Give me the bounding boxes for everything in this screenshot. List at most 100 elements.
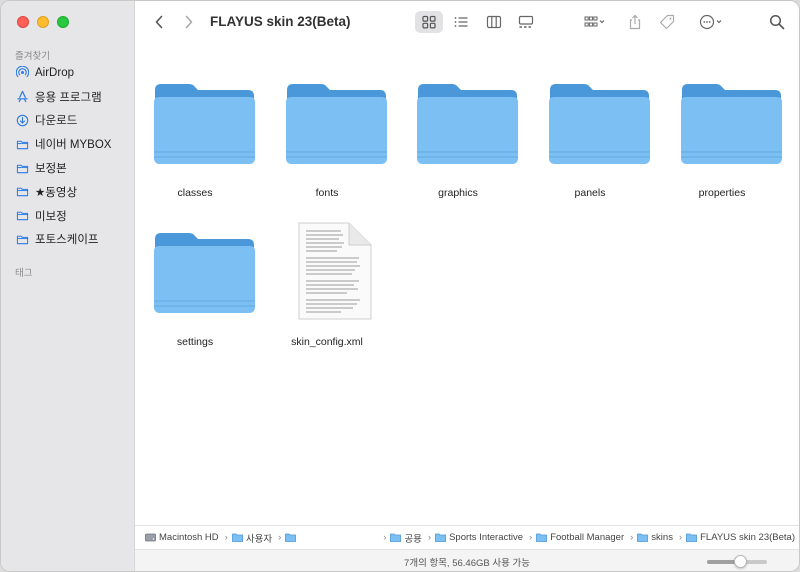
downloads-icon <box>15 113 29 127</box>
chevron-right-icon: › <box>224 532 228 543</box>
tag-icon <box>659 14 675 30</box>
file-name: classes <box>177 187 213 199</box>
path-crumb-skins[interactable]: skins <box>637 532 673 543</box>
airdrop-icon <box>15 66 29 80</box>
back-icon <box>155 15 163 29</box>
sidebar-item-applications[interactable]: 응용 프로그램 <box>1 85 135 109</box>
crumb-label: Macintosh HD <box>159 532 219 543</box>
path-crumb-home[interactable] <box>285 533 299 542</box>
sidebar-item-naver-mybox[interactable]: 네이버 MYBOX <box>1 132 135 156</box>
folder-icon <box>15 232 29 246</box>
folder-icon <box>681 84 782 164</box>
list-view-button[interactable] <box>447 11 475 33</box>
folder-icon <box>536 533 548 542</box>
folder-icon <box>154 233 255 313</box>
folder-item-graphics[interactable]: graphics <box>398 78 518 213</box>
group-icon <box>584 16 605 27</box>
folder-item-panels[interactable]: panels <box>530 78 650 213</box>
crumb-label: Football Manager <box>550 532 625 543</box>
path-crumb-macintosh-hd[interactable]: Macintosh HD <box>145 532 219 543</box>
chevron-right-icon: › <box>630 532 634 543</box>
folder-item-fonts[interactable]: fonts <box>267 78 387 213</box>
applications-icon <box>15 90 29 104</box>
tag-button[interactable] <box>656 11 678 33</box>
path-crumb-sports-interactive[interactable]: Sports Interactive <box>435 532 523 543</box>
icon-view-button[interactable] <box>415 11 443 33</box>
file-name: graphics <box>438 187 478 199</box>
gallery-view-button[interactable] <box>512 11 540 33</box>
gallery-view-icon <box>518 15 534 28</box>
file-name: fonts <box>315 187 339 199</box>
folder-icon <box>435 533 446 542</box>
search-button[interactable] <box>765 11 789 33</box>
file-item-skin-config[interactable]: skin_config.xml <box>267 221 387 362</box>
close-button[interactable] <box>17 16 29 28</box>
more-actions-icon <box>699 14 722 30</box>
icon-size-slider[interactable] <box>707 555 767 568</box>
path-crumb-shared[interactable]: 공용 <box>390 531 422 545</box>
path-crumb-users[interactable]: 사용자 <box>231 531 273 545</box>
path-bar: Macintosh HD › 사용자 › › 공용 › Sports Inter… <box>135 525 799 549</box>
group-button[interactable] <box>578 11 612 33</box>
back-button[interactable] <box>148 11 170 33</box>
folder-icon <box>686 533 698 542</box>
sidebar-item-label: 미보정 <box>35 210 67 223</box>
window-title: FLAYUS skin 23(Beta) <box>210 14 351 29</box>
share-icon <box>629 14 641 30</box>
crumb-label: 사용자 <box>245 533 273 545</box>
file-name: panels <box>574 187 606 199</box>
folder-item-settings[interactable]: settings <box>135 227 255 362</box>
sidebar-item-edited[interactable]: 보정본 <box>1 156 135 180</box>
folder-item-classes[interactable]: classes <box>135 78 255 213</box>
folder-icon <box>286 84 387 164</box>
file-name: properties <box>698 187 746 199</box>
status-text: 7개의 항목, 56.46GB 사용 가능 <box>404 557 530 569</box>
sidebar-item-label: 포토스케이프 <box>35 234 99 247</box>
path-crumb-football-manager[interactable]: Football Manager <box>536 532 624 543</box>
status-bar: 7개의 항목, 56.46GB 사용 가능 <box>135 549 799 571</box>
folder-icon <box>285 533 297 542</box>
sidebar-item-unedited[interactable]: 미보정 <box>1 204 135 228</box>
folder-item-properties[interactable]: properties <box>662 78 782 213</box>
slider-knob[interactable] <box>733 555 747 568</box>
chevron-right-icon: › <box>278 532 282 543</box>
minimize-button[interactable] <box>37 16 49 28</box>
share-button[interactable] <box>624 11 646 33</box>
folder-icon <box>15 185 29 199</box>
sidebar-item-label: 네이버 MYBOX <box>35 139 112 152</box>
sidebar-item-label: 응용 프로그램 <box>35 91 102 104</box>
folder-icon <box>637 533 649 542</box>
column-view-icon <box>486 15 502 29</box>
sidebar-item-label: 보정본 <box>35 163 67 176</box>
search-icon <box>769 14 785 30</box>
xml-document-icon <box>298 222 372 320</box>
chevron-right-icon: › <box>678 532 683 543</box>
zoom-button[interactable] <box>57 16 69 28</box>
crumb-label: 공용 <box>404 533 422 545</box>
sidebar: 즐겨찾기 AirDrop 응용 프로그램 다운로드 네이버 MYBOX 보정본 … <box>1 1 135 571</box>
folder-icon <box>15 161 29 175</box>
icon-view-icon <box>422 15 436 29</box>
crumb-label: Sports Interactive <box>449 532 524 543</box>
file-grid: classes fonts graphics panels properties… <box>135 45 799 523</box>
crumb-label: skins <box>651 532 673 543</box>
more-actions-button[interactable] <box>694 11 728 33</box>
crumb-label: FLAYUS skin 23(Beta) <box>700 532 795 543</box>
list-view-icon <box>454 17 468 27</box>
path-crumb-current[interactable]: FLAYUS skin 23(Beta) <box>686 532 795 543</box>
sidebar-item-photoscape[interactable]: 포토스케이프 <box>1 228 135 252</box>
chevron-right-icon: › <box>383 532 387 543</box>
sidebar-item-airdrop[interactable]: AirDrop <box>1 61 135 85</box>
chevron-right-icon: › <box>529 532 533 543</box>
folder-icon <box>15 137 29 151</box>
disk-icon <box>145 533 156 542</box>
sidebar-item-downloads[interactable]: 다운로드 <box>1 109 135 133</box>
folder-icon <box>390 533 402 542</box>
sidebar-item-label: ★동영상 <box>35 186 78 199</box>
folder-icon <box>549 84 650 164</box>
column-view-button[interactable] <box>480 11 508 33</box>
forward-button[interactable] <box>178 11 200 33</box>
window-controls <box>17 16 69 28</box>
sidebar-item-videos[interactable]: ★동영상 <box>1 180 135 204</box>
tags-header: 태그 <box>15 268 33 279</box>
